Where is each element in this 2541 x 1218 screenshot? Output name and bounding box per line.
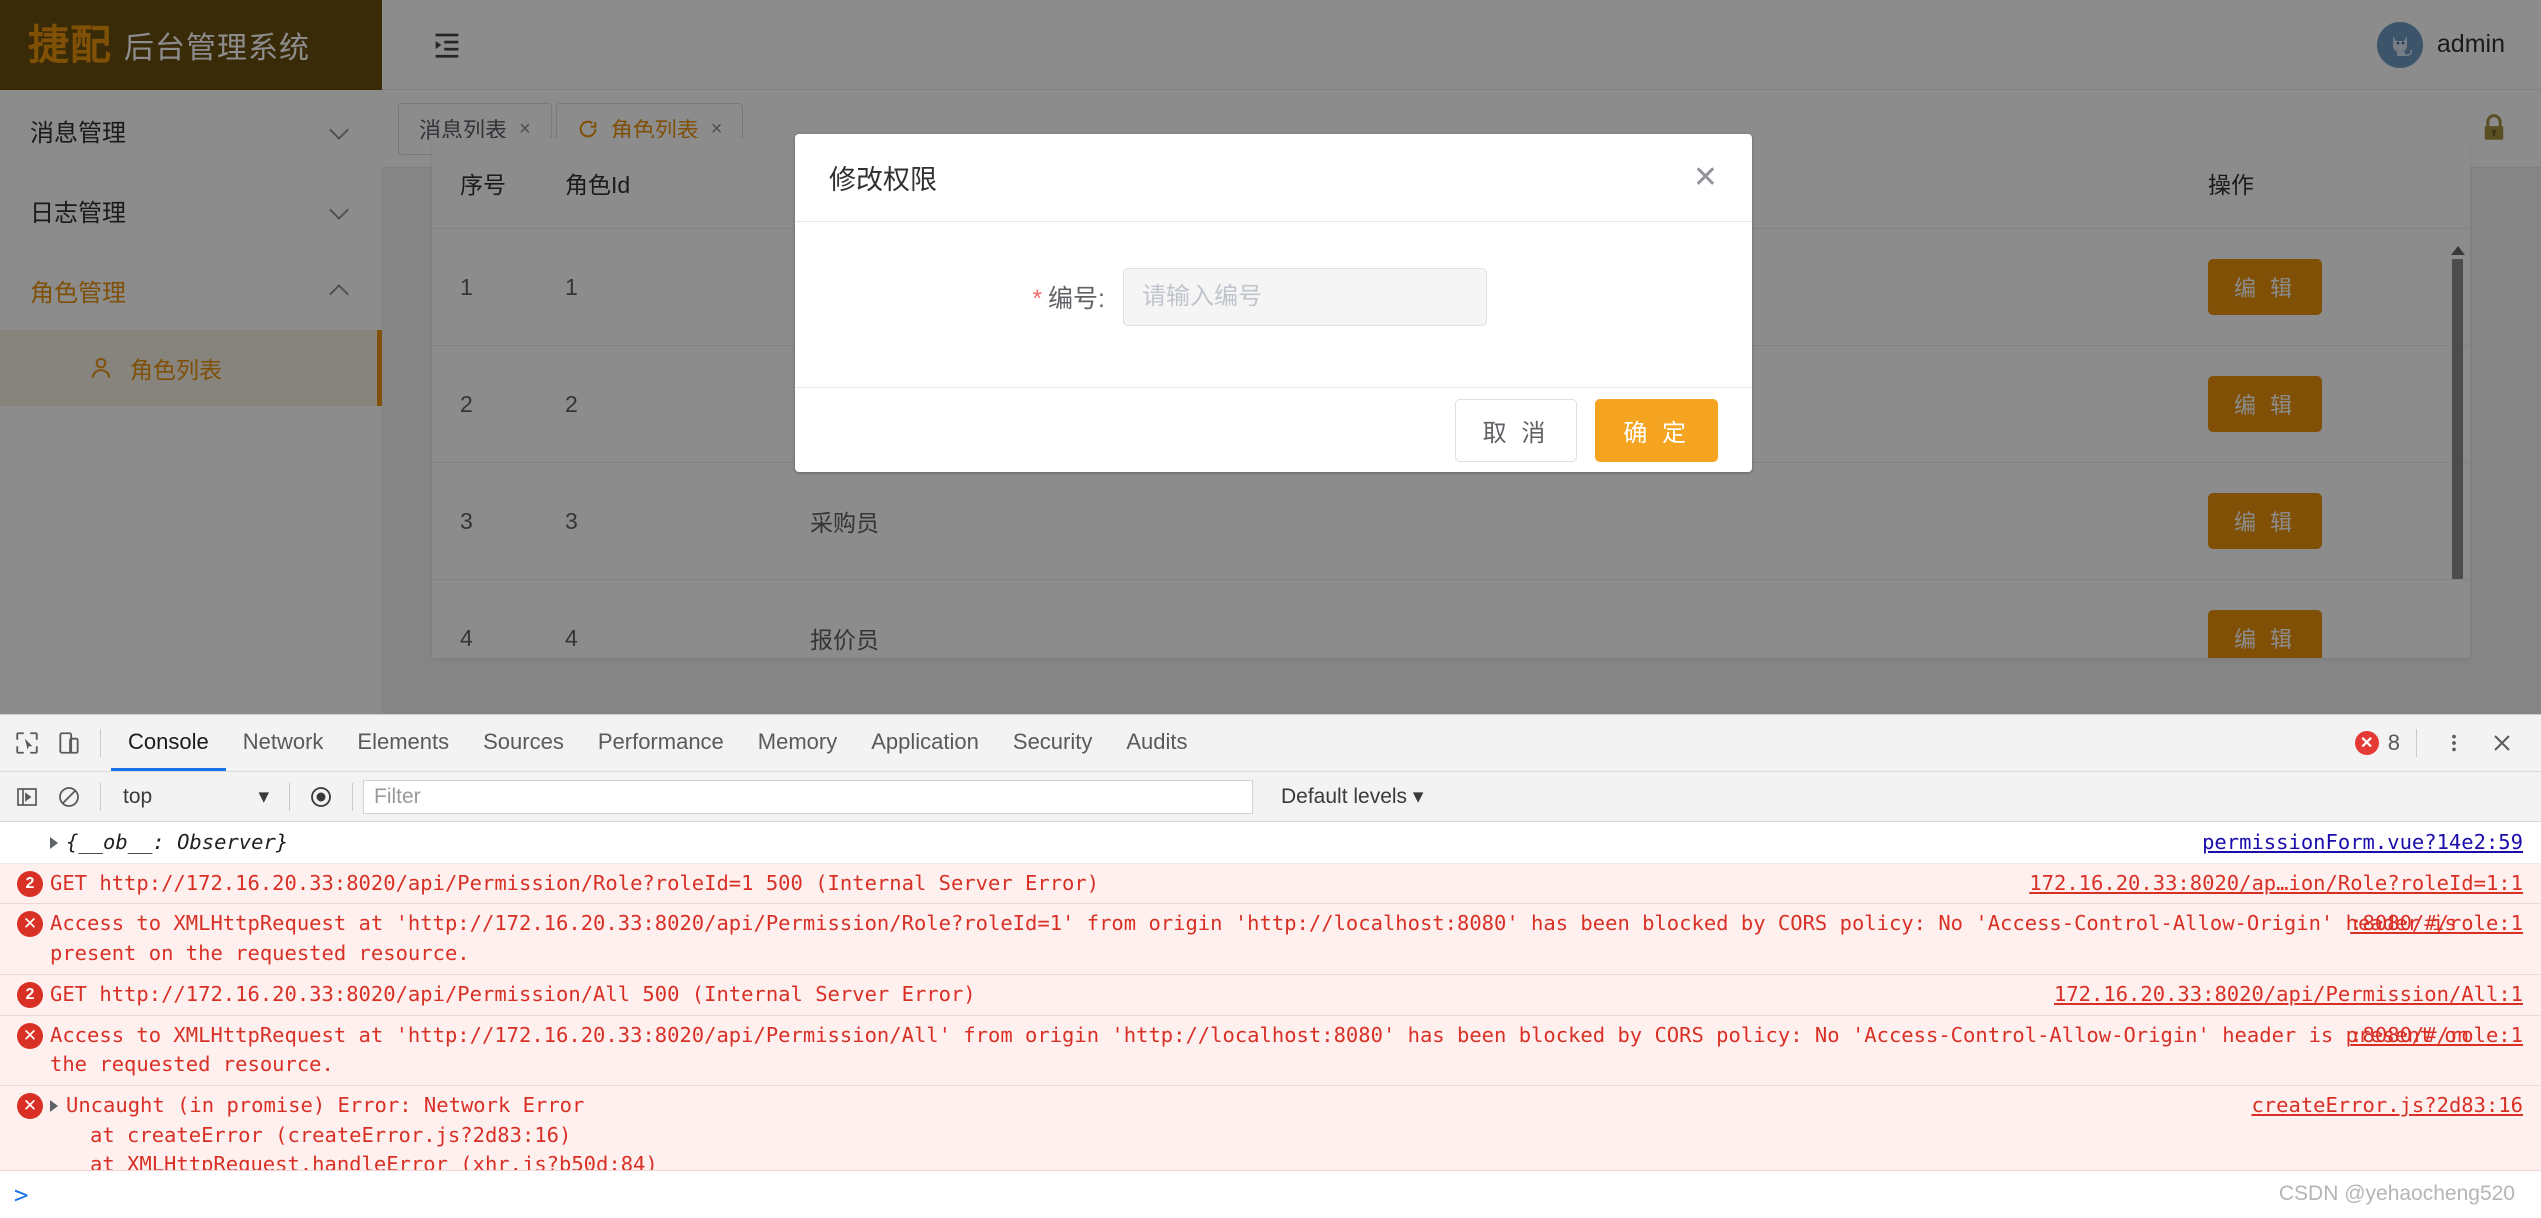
console-message[interactable]: 2 GET http://172.16.20.33:8020/api/Permi… [0, 863, 2541, 905]
log-levels-select[interactable]: Default levels ▾ [1281, 784, 1423, 809]
field-label-text: 编号: [1048, 285, 1105, 313]
kebab-menu-icon[interactable] [2433, 722, 2475, 764]
message-content: {__ob__: Observer} [66, 830, 289, 854]
devtools-tabbar: Console Network Elements Sources Perform… [0, 715, 2541, 772]
console-message[interactable]: ✕ Uncaught (in promise) Error: Network E… [0, 1086, 2541, 1170]
expand-arrow-icon[interactable] [50, 837, 58, 849]
dialog-body: * 编号: [795, 222, 1752, 387]
message-gutter: 2 [10, 980, 50, 1008]
console-message[interactable]: ✕ Access to XMLHttpRequest at 'http://17… [0, 1015, 2541, 1087]
error-count-label: 8 [2387, 730, 2400, 755]
message-text: {__ob__: Observer} [50, 828, 2523, 858]
message-gutter: 2 [10, 869, 50, 897]
message-content: Uncaught (in promise) Error: Network Err… [66, 1093, 585, 1118]
form-row-code: * 编号: [795, 268, 1752, 326]
source-link[interactable]: :8080/#/role:1 [2350, 911, 2523, 935]
dialog-footer: 取 消 确 定 [795, 387, 1752, 472]
console-prompt[interactable]: > [0, 1170, 2541, 1218]
toolbar-divider [2416, 729, 2417, 757]
confirm-button[interactable]: 确 定 [1595, 398, 1718, 462]
console-sidebar-icon[interactable] [6, 776, 48, 818]
tab-audits[interactable]: Audits [1109, 715, 1204, 771]
tab-security[interactable]: Security [996, 715, 1109, 771]
source-link[interactable]: :8080/#/role:1 [2350, 1023, 2523, 1047]
devtools-tabbar-actions: ✕ 8 [2354, 722, 2541, 764]
execution-context-value: top [123, 784, 153, 808]
close-icon[interactable]: ✕ [1693, 162, 1718, 193]
console-filter-bar: top ▾ Default levels ▾ [0, 772, 2541, 822]
message-text: Uncaught (in promise) Error: Network Err… [50, 1091, 2523, 1170]
tab-console[interactable]: Console [111, 715, 226, 771]
message-gutter: ✕ [10, 1091, 50, 1120]
repeat-count-badge: 2 [17, 870, 43, 897]
toolbar-divider [100, 729, 101, 757]
console-message[interactable]: ✕ Access to XMLHttpRequest at 'http://17… [0, 904, 2541, 975]
toolbar-divider [352, 782, 353, 811]
log-levels-label: Default levels [1281, 785, 1408, 808]
cancel-button[interactable]: 取 消 [1454, 398, 1578, 462]
tab-application[interactable]: Application [854, 715, 996, 771]
stack-frame[interactable]: at XMLHttpRequest.handleError (xhr.js?b5… [50, 1150, 2503, 1170]
prompt-chevron-icon: > [14, 1180, 29, 1209]
console-message[interactable]: 2 GET http://172.16.20.33:8020/api/Permi… [0, 974, 2541, 1016]
dialog-header: 修改权限 ✕ [795, 134, 1752, 222]
tab-performance[interactable]: Performance [581, 715, 741, 771]
live-expression-icon[interactable] [300, 776, 342, 818]
dialog-title: 修改权限 [829, 165, 937, 195]
stack-frame[interactable]: at createError (createError.js?2d83:16) [50, 1121, 2503, 1151]
error-icon: ✕ [17, 911, 43, 938]
error-count-badge[interactable]: ✕ 8 [2354, 730, 2400, 756]
toolbar-divider [289, 782, 290, 811]
required-asterisk: * [1032, 285, 1043, 313]
chevron-down-icon: ▾ [258, 785, 269, 808]
message-text: Access to XMLHttpRequest at 'http://172.… [50, 911, 2457, 966]
source-link[interactable]: 172.16.20.33:8020/ap…ion/Role?roleId=1:1 [2029, 871, 2523, 895]
source-link[interactable]: createError.js?2d83:16 [2251, 1093, 2523, 1117]
clear-console-icon[interactable] [48, 776, 90, 818]
execution-context-select[interactable]: top ▾ [111, 784, 279, 809]
error-icon: ✕ [17, 1093, 43, 1120]
toolbar-divider [100, 782, 101, 811]
console-filter-input[interactable] [363, 779, 1253, 814]
close-devtools-icon[interactable] [2481, 722, 2523, 764]
code-input[interactable] [1123, 268, 1487, 326]
message-gutter: ✕ [10, 1021, 50, 1049]
inspect-element-icon[interactable] [6, 722, 48, 764]
message-text: Access to XMLHttpRequest at 'http://172.… [50, 1022, 2470, 1077]
devtools-panel: Console Network Elements Sources Perform… [0, 714, 2541, 1218]
repeat-count-badge: 2 [17, 981, 43, 1008]
console-message[interactable]: {__ob__: Observer} permissionForm.vue?14… [0, 823, 2541, 864]
tab-sources[interactable]: Sources [466, 715, 581, 771]
source-link[interactable]: permissionForm.vue?14e2:59 [2202, 830, 2523, 854]
console-messages[interactable]: {__ob__: Observer} permissionForm.vue?14… [0, 823, 2541, 1170]
error-icon: ✕ [2354, 731, 2379, 755]
edit-permission-dialog: 修改权限 ✕ *编号: 取 消 确 定 [795, 134, 1752, 472]
error-icon: ✕ [17, 1022, 43, 1049]
expand-arrow-icon[interactable] [50, 1100, 58, 1113]
tab-elements[interactable]: Elements [340, 715, 466, 771]
tab-network[interactable]: Network [226, 715, 341, 771]
browser-viewport: 捷配 后台管理系统 消息管理 日志管理 角色管理 角色列表 admin 消息列表… [0, 0, 2541, 714]
source-link[interactable]: 172.16.20.33:8020/api/Permission/All:1 [2054, 982, 2523, 1006]
device-toolbar-icon[interactable] [48, 722, 90, 764]
watermark-label: CSDN @yehaocheng520 [2278, 1182, 2515, 1205]
message-gutter [10, 828, 50, 830]
message-gutter: ✕ [10, 909, 50, 938]
tab-memory[interactable]: Memory [741, 715, 854, 771]
field-label-code: * 编号: [795, 279, 1123, 315]
